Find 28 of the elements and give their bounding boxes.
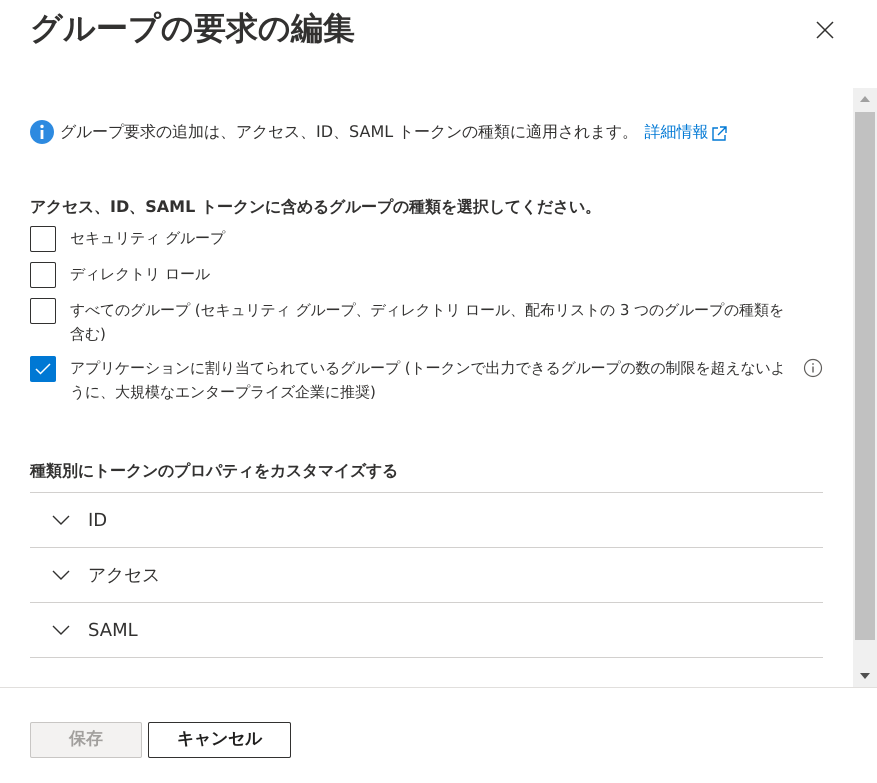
info-text: グループ要求の追加は、アクセス、ID、SAML トークンの種類に適用されます。 [60, 121, 638, 143]
checkbox-label: セキュリティ グループ [70, 228, 226, 249]
checkbox[interactable] [30, 356, 56, 382]
scrollbar[interactable] [853, 88, 877, 687]
accordion-header[interactable]: SAML [30, 603, 823, 658]
chevron-icon [52, 570, 70, 580]
customize-label: 種類別にトークンのプロパティをカスタマイズする [30, 460, 823, 493]
checkbox[interactable] [30, 262, 56, 288]
panel-title: グループの要求の編集 [30, 8, 355, 48]
scroll-up-icon [860, 96, 870, 102]
external-link-icon [710, 125, 728, 143]
info-icon [30, 120, 54, 144]
scrollbar-thumb[interactable] [855, 112, 875, 640]
chevron-icon [52, 625, 70, 635]
cancel-button[interactable]: キャンセル [148, 722, 291, 758]
accordion-header[interactable]: ID [30, 493, 823, 548]
close-icon [815, 20, 835, 40]
checkbox-label: ディレクトリ ロール [70, 264, 211, 285]
scroll-down-icon [860, 673, 870, 679]
checkbox[interactable] [30, 298, 56, 324]
group-types-label: アクセス、ID、SAML トークンに含めるグループの種類を選択してください。 [30, 196, 602, 218]
accordion-header[interactable]: アクセス [30, 548, 823, 603]
chevron-icon [52, 515, 70, 525]
learn-more-link[interactable]: 詳細情報 [644, 120, 728, 144]
checkmark-icon [35, 363, 51, 375]
checkbox[interactable] [30, 226, 56, 252]
checkbox-label: アプリケーションに割り当てられているグループ (トークンで出力できるグループの数の制限を超えないように、大規模なエンタープライズ企業に推奨) [70, 358, 787, 403]
checkbox-label: すべてのグループ (セキュリティ グループ、ディレクトリ ロール、配布リストの 3 つのグループの種類を含む) [70, 300, 786, 345]
